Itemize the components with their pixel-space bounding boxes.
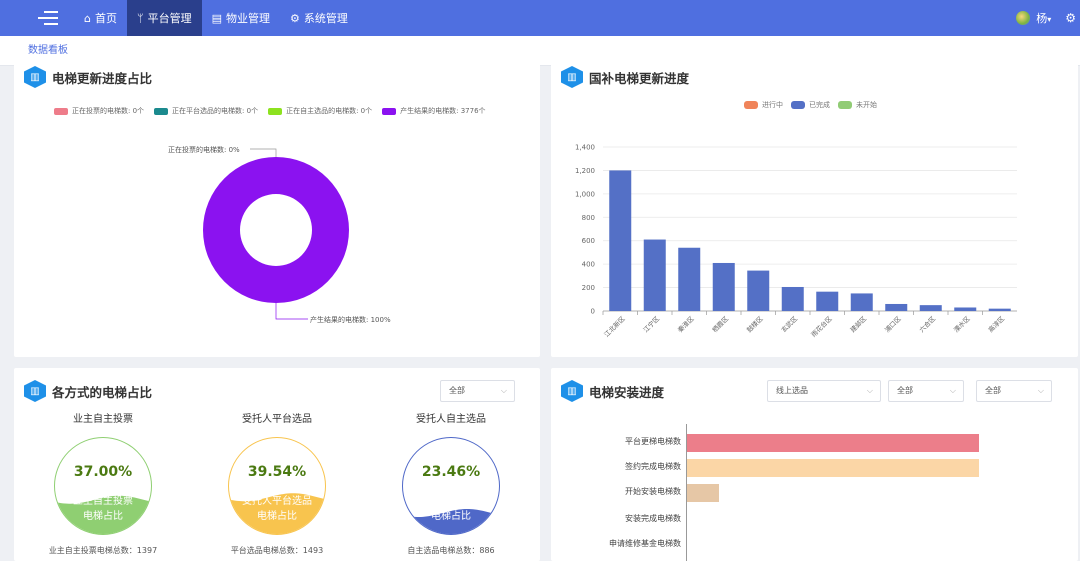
method-platform-select: 受托人平台选品 39.54% 受托人平台选品 电梯占比 平台选品电梯总数：1493 [207,410,347,556]
settings-gear-icon[interactable]: ⚙ [1065,11,1076,25]
hbar-row: 平台更梯电梯数 [551,434,1078,452]
avatar[interactable] [1016,11,1031,25]
menu-toggle-icon[interactable] [38,11,60,25]
x-tick-label: 雨花台区 [809,314,834,339]
x-tick-label: 高淳区 [986,314,1007,335]
method-owner-vote: 业主自主投票 37.00% 业主自主投票 电梯占比 业主自主投票电梯总数：1397 [48,414,158,555]
bar[interactable] [919,305,942,311]
x-tick-label: 建邺区 [848,314,869,335]
install-progress-panel: ▥ 电梯安装进度 线上选品 ⌵ 全部 ⌵ 全部 ⌵ 平台更梯电梯数 签约完成电梯数 开始安… [551,368,1078,561]
nav-item-platform[interactable]: ᛘ 平台管理 [126,0,202,36]
nav-item-property[interactable]: ▤ 物业管理 [202,0,280,36]
hbar[interactable] [687,459,979,477]
y-tick-label: 200 [582,284,595,292]
nav-item-system[interactable]: ⚙ 系统管理 [280,0,358,36]
gear-icon: ⚙ [290,11,300,25]
hbar-row: 申请维修基金电梯数 [551,536,1078,552]
chevron-down-icon: ⌵ [949,386,956,395]
x-tick-label: 江宁区 [641,314,662,335]
panel-title: 各方式的电梯占比 [52,384,153,400]
x-tick-label: 秦淮区 [676,314,697,335]
top-navbar: ⌂ 首页 ᛘ 平台管理 ▤ 物业管理 ⚙ 系统管理 杨▾ ⚙ [0,0,1080,36]
bar[interactable] [609,170,632,311]
callout-line-bottom [275,302,308,320]
nav-item-home[interactable]: ⌂ 首页 [74,0,127,36]
y-tick-label: 600 [582,237,595,245]
chevron-down-icon: ⌵ [500,386,507,395]
home-icon: ⌂ [84,11,91,25]
method-ratio-panel: ▥ 各方式的电梯占比 全部 ⌵ 业主自主投票 37.00% 业主自主投票 电梯占比 … [14,368,540,561]
callout-top-label: 正在投票的电梯数: 0% [168,145,240,154]
bar[interactable] [712,262,735,311]
hbar-label: 平台更梯电梯数 [625,437,681,446]
hbar-row: 开始安装电梯数 [551,484,1078,502]
building-icon: ▤ [211,11,222,25]
bar-chart: 0 200 400 600 800 1,000 1,200 1,400 江北新区 江宁区 秦淮区 栖霞… [575,144,1017,339]
chevron-down-icon: ⌵ [866,386,873,395]
hbar-label: 申请维修基金电梯数 [609,539,681,548]
bar[interactable] [954,307,977,311]
user-area[interactable]: 杨▾ ⚙ [1016,0,1080,36]
hbar[interactable] [687,484,720,502]
hbar-label: 签约完成电梯数 [625,462,681,471]
y-tick-label: 0 [591,308,595,316]
x-tick-label: 江北新区 [602,314,627,339]
x-tick-label: 溧水区 [952,314,973,335]
elevator-progress-panel: ▥ 电梯更新进度占比 正在投票的电梯数: 0个 正在平台选品的电梯数: 0个 正… [14,62,540,357]
callout-line-top [250,148,277,157]
district-select[interactable]: 全部 ⌵ [888,380,964,402]
bar[interactable] [988,308,1011,311]
x-tick-label: 玄武区 [779,314,800,335]
hbar-row: 签约完成电梯数 [551,459,1078,477]
user-name[interactable]: 杨▾ [1036,10,1051,26]
y-tick-label: 800 [582,214,595,222]
liquid-gauge: 23.46% 受托人自主选品 电梯占比 [402,437,500,535]
panel-hex-icon: ▥ [24,380,46,402]
bar[interactable] [643,239,666,311]
x-tick-label: 浦口区 [883,314,904,335]
y-tick-label: 1,400 [575,144,595,152]
x-tick-label: 鼓楼区 [745,314,766,335]
donut-slice-results[interactable] [203,157,349,303]
hbar-row: 安装完成电梯数 [551,511,1078,527]
donut-chart: 正在投票的电梯数: 0% 产生结果的电梯数: 100% [168,145,391,324]
subsidy-progress-panel: ▥ 国补电梯更新进度 进行中 已完成 未开始 0 200 400 600 800 1,00… [551,62,1078,357]
bar[interactable] [850,293,873,311]
bar[interactable] [747,270,770,311]
callout-bottom-label: 产生结果的电梯数: 100% [310,315,391,324]
chevron-down-icon: ⌵ [1037,386,1044,395]
x-tick-label: 栖霞区 [710,314,731,335]
panel-title: 电梯安装进度 [589,384,665,400]
liquid-gauge: 37.00% 业主自主投票 电梯占比 [54,437,152,535]
selection-mode-select[interactable]: 线上选品 ⌵ [767,380,881,402]
bar[interactable] [781,286,804,311]
method-filter-select[interactable]: 全部 ⌵ [440,380,515,402]
platform-icon: ᛘ [136,11,144,25]
bar[interactable] [816,291,839,311]
y-tick-label: 1,000 [575,190,595,198]
panel-hex-icon: ▥ [561,380,583,402]
hbar[interactable] [687,434,979,452]
method-self-select: 受托人自主选品 23.46% 受托人自主选品 电梯占比 自主选品电梯总数：886 [381,410,521,556]
liquid-gauge: 39.54% 受托人平台选品 电梯占比 [228,437,326,535]
y-tick-label: 400 [582,261,595,269]
hbar-label: 安装完成电梯数 [625,514,681,523]
bar[interactable] [885,303,908,311]
community-select[interactable]: 全部 ⌵ [976,380,1052,402]
x-tick-label: 六合区 [917,314,938,335]
bar[interactable] [678,247,701,311]
y-tick-label: 1,200 [575,167,595,175]
hbar-label: 开始安装电梯数 [625,487,681,496]
